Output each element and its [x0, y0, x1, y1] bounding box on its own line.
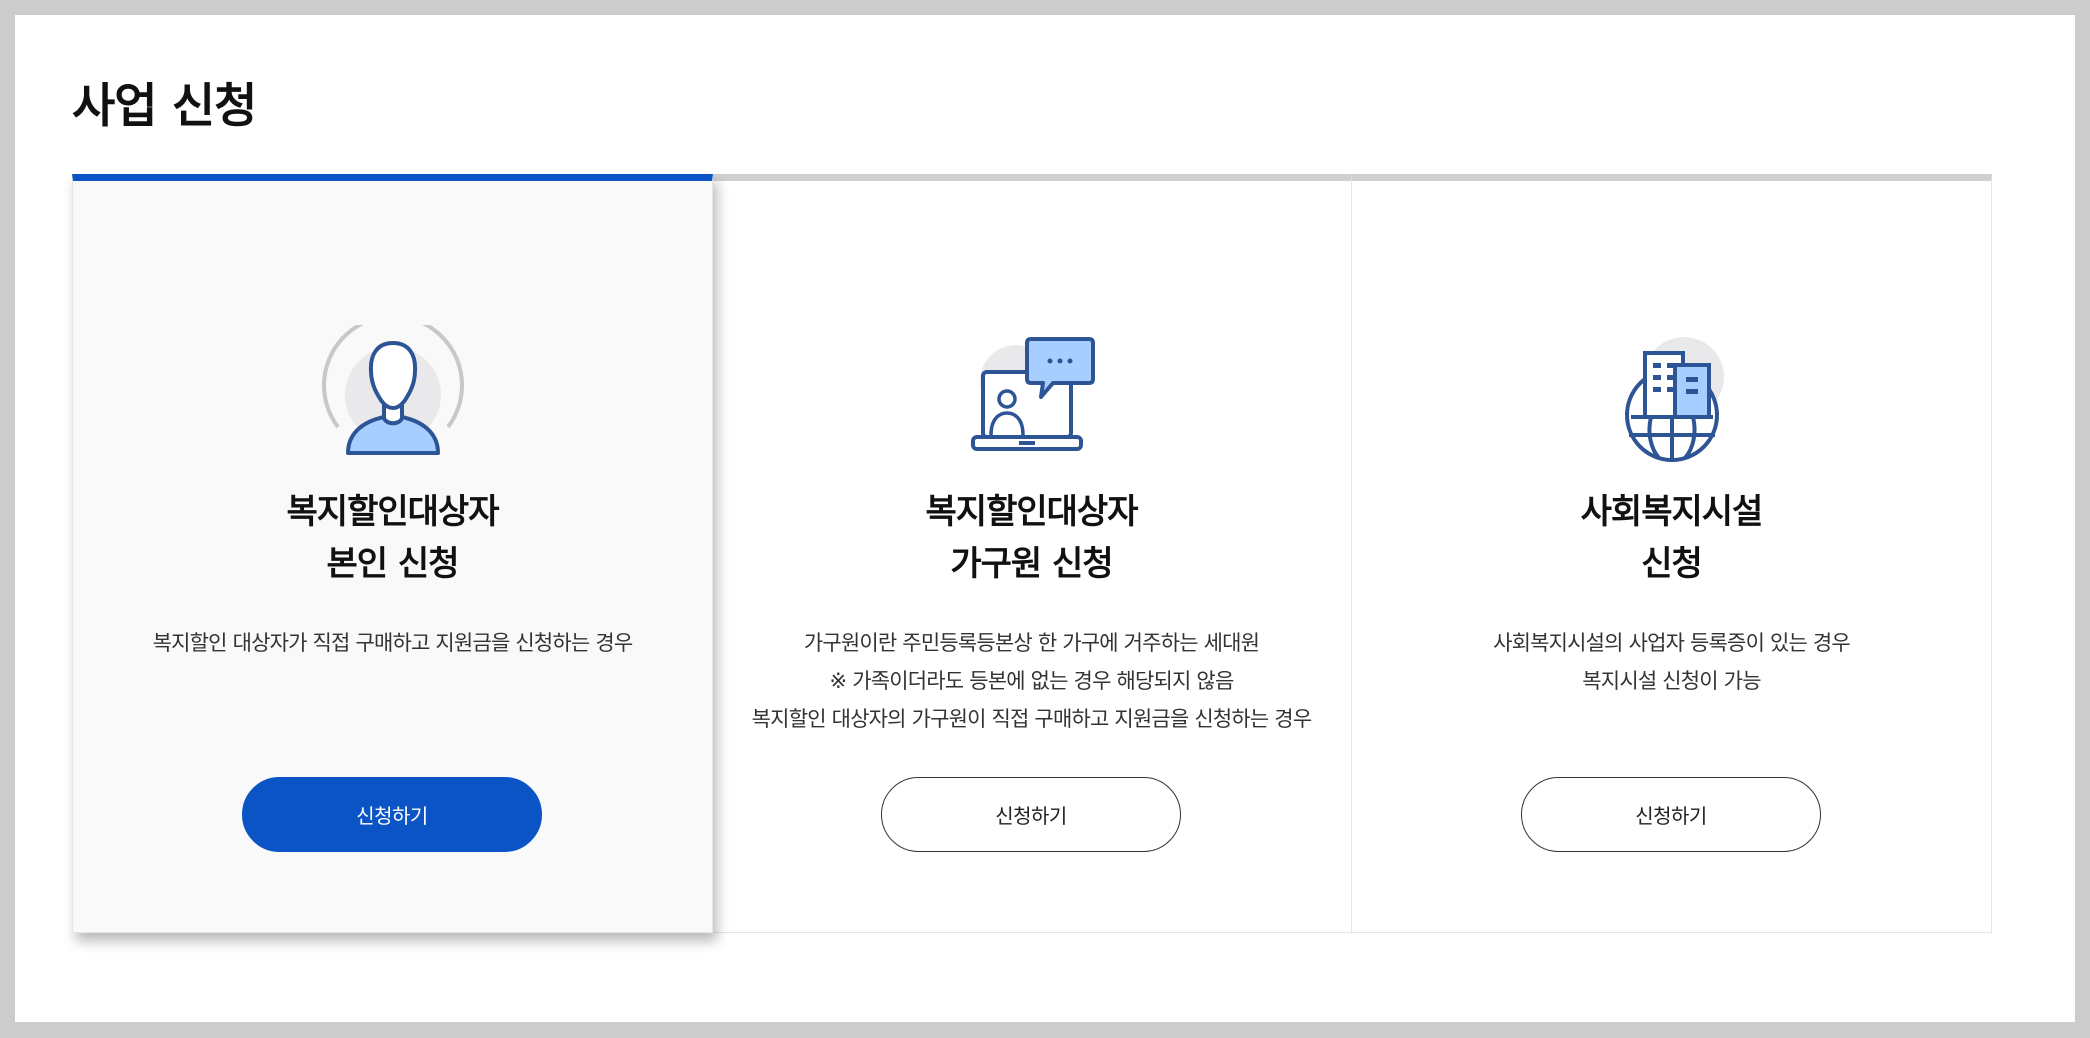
- person-icon: [322, 325, 464, 455]
- content-frame: 사업 신청 복지할인대상자 본인 신청 복지할인 대상자가 직접 구매하고 지원…: [15, 15, 2075, 1022]
- desc-line: 복지시설 신청이 가능: [1582, 669, 1761, 693]
- card-description: 사회복지시설의 사업자 등록증이 있는 경우 복지시설 신청이 가능: [1352, 624, 1991, 700]
- laptop-chat-icon: [971, 337, 1095, 451]
- apply-button-household[interactable]: 신청하기: [881, 777, 1181, 852]
- card-title-line2: 본인 신청: [326, 544, 460, 584]
- apply-button-facility[interactable]: 신청하기: [1521, 777, 1821, 852]
- card-title-line2: 신청: [1641, 544, 1703, 584]
- card-description: 가구원이란 주민등록등본상 한 가구에 거주하는 세대원 ※ 가족이더라도 등본…: [712, 624, 1351, 738]
- page-title: 사업 신청: [72, 79, 257, 134]
- card-title-line1: 사회복지시설: [1580, 492, 1764, 532]
- apply-card-household[interactable]: 복지할인대상자 가구원 신청 가구원이란 주민등록등본상 한 가구에 거주하는 …: [712, 174, 1352, 933]
- building-globe-icon: [1625, 337, 1724, 462]
- desc-line: ※ 가족이더라도 등본에 없는 경우 해당되지 않음: [829, 669, 1235, 693]
- apply-button-self[interactable]: 신청하기: [242, 777, 542, 852]
- card-title-line1: 복지할인대상자: [925, 492, 1139, 532]
- apply-card-self[interactable]: 복지할인대상자 본인 신청 복지할인 대상자가 직접 구매하고 지원금을 신청하…: [72, 174, 713, 933]
- desc-line: 복지할인 대상자의 가구원이 직접 구매하고 지원금을 신청하는 경우: [751, 707, 1312, 731]
- card-title-line1: 복지할인대상자: [286, 492, 500, 532]
- apply-card-facility[interactable]: 사회복지시설 신청 사회복지시설의 사업자 등록증이 있는 경우 복지시설 신청…: [1352, 174, 1992, 933]
- card-title-line2: 가구원 신청: [950, 544, 1113, 584]
- desc-line: 가구원이란 주민등록등본상 한 가구에 거주하는 세대원: [803, 631, 1260, 655]
- desc-line: 복지할인 대상자가 직접 구매하고 지원금을 신청하는 경우: [152, 631, 634, 655]
- card-title: 사회복지시설 신청: [1352, 486, 1991, 590]
- desc-line: 사회복지시설의 사업자 등록증이 있는 경우: [1493, 631, 1851, 655]
- card-title: 복지할인대상자 가구원 신청: [712, 486, 1351, 590]
- card-description: 복지할인 대상자가 직접 구매하고 지원금을 신청하는 경우: [73, 624, 712, 662]
- card-title: 복지할인대상자 본인 신청: [73, 486, 712, 590]
